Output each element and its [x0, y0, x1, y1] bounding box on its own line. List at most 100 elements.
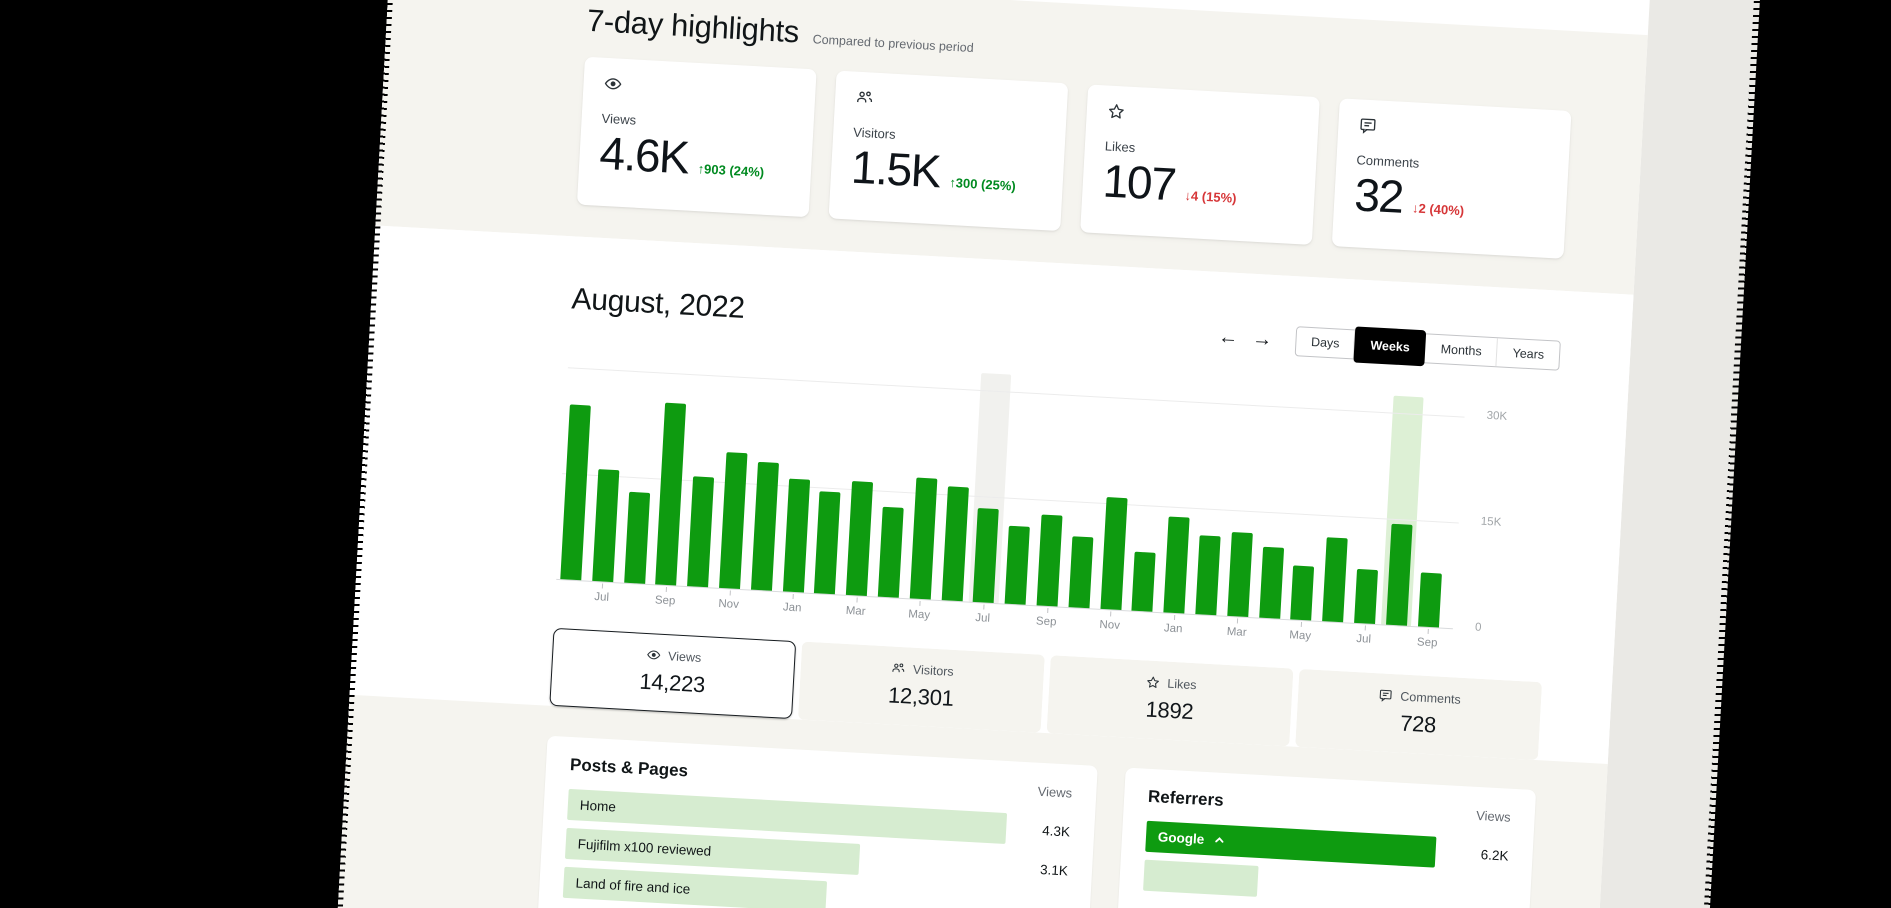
stats-dashboard-page: 7-day highlights Compared to previous pe…: [307, 0, 1653, 908]
posts-pages-views-header: Views: [1037, 784, 1072, 801]
chart-x-label: Mar: [1214, 625, 1259, 639]
highlight-card-value-row: 107↓4 (15%): [1102, 157, 1296, 213]
chart-bar[interactable]: [687, 476, 714, 587]
period-tab-years[interactable]: Years: [1496, 338, 1560, 369]
chart-x-label: Jan: [770, 601, 815, 615]
chart-x-tick: [729, 590, 730, 595]
chart-x-tick: [983, 604, 984, 609]
chart-x-tick: [856, 597, 857, 602]
chart-x-label: Nov: [1087, 618, 1132, 632]
chart-y-label: 30K: [1486, 410, 1507, 423]
chart-x-label: Nov: [706, 597, 751, 611]
highlight-card-views: Views4.6K↑903 (24%): [577, 57, 817, 218]
chart-x-label: May: [1278, 629, 1323, 643]
summary-tab-visitors[interactable]: Visitors12,301: [798, 642, 1045, 733]
referrer-row-bar-track: Google: [1145, 821, 1445, 868]
chart-x-tick: [666, 587, 667, 592]
chart-x-label: Jan: [1151, 622, 1196, 636]
chart-bar[interactable]: [656, 403, 687, 586]
chart-controls: ← → DaysWeeksMonthsYears: [1210, 322, 1561, 371]
chart-bar[interactable]: [1068, 536, 1093, 608]
summary-tab-views[interactable]: Views14,223: [549, 628, 796, 719]
post-row-views-value: 3.1K: [1012, 860, 1069, 878]
summary-tab-label: Visitors: [913, 662, 954, 678]
chart-bar[interactable]: [1005, 526, 1030, 605]
posts-pages-card: Posts & Pages Views Home4.3KFujifilm x10…: [537, 736, 1097, 908]
chart-bar[interactable]: [846, 481, 873, 596]
traffic-chart-section: August, 2022 ← → DaysWeeksMonthsYears Ju…: [350, 225, 1634, 764]
chart-x-label: Jul: [579, 590, 624, 604]
chart-bar[interactable]: [1291, 565, 1315, 620]
chart-x-label: Jul: [1341, 632, 1386, 646]
users-icon: [891, 660, 907, 676]
referrers-title: Referrers: [1148, 787, 1225, 811]
chart-x-tick: [1047, 608, 1048, 613]
chart-gridline: [556, 579, 1453, 629]
highlight-card-likes: Likes107↓4 (15%): [1080, 84, 1320, 245]
chart-bar[interactable]: [624, 492, 650, 584]
referrer-row-bar: [1143, 860, 1258, 897]
chart-bar[interactable]: [719, 452, 747, 589]
referrer-row-bar-track: [1143, 860, 1443, 907]
chart-bar[interactable]: [783, 479, 810, 593]
eye-icon: [603, 74, 623, 94]
summary-tab-comments[interactable]: Comments728: [1295, 669, 1542, 760]
referrer-row-label: Google: [1157, 829, 1204, 847]
summary-tab-value: 728: [1297, 705, 1539, 744]
chart-bar[interactable]: [1227, 532, 1253, 617]
highlight-card-delta: ↑300 (25%): [949, 175, 1016, 194]
chart-plot-area: JulSepNovJanMarMayJulSepNovJanMarMayJulS…: [556, 350, 1465, 629]
star-icon: [1106, 101, 1126, 121]
previous-period-arrow-button[interactable]: ←: [1211, 327, 1246, 349]
chart-x-tick: [1428, 629, 1429, 634]
chart-x-tick: [1301, 622, 1302, 627]
chart-bar[interactable]: [910, 478, 938, 600]
chart-x-label: Sep: [1405, 636, 1450, 650]
chart-bar[interactable]: [1259, 547, 1284, 619]
chart-x-tick: [1110, 611, 1111, 616]
chart-bar[interactable]: [1354, 569, 1378, 624]
chart-bar[interactable]: [751, 462, 779, 591]
chart-bar[interactable]: [1418, 572, 1442, 627]
highlights-title: 7-day highlights: [586, 3, 800, 51]
period-tab-months[interactable]: Months: [1424, 334, 1497, 366]
chart-bar[interactable]: [1195, 535, 1220, 615]
chevron-up-icon[interactable]: [1214, 834, 1226, 846]
referrer-row-bar: Google: [1145, 821, 1436, 868]
chart-bar[interactable]: [560, 404, 591, 580]
highlight-card-value-row: 32↓2 (40%): [1353, 171, 1547, 227]
chart-x-tick: [1174, 615, 1175, 620]
highlight-card-value: 1.5K: [850, 144, 941, 195]
chart-bar[interactable]: [1132, 552, 1156, 612]
chart-bar[interactable]: [1037, 515, 1063, 607]
summary-tab-label: Views: [668, 649, 702, 665]
highlight-card-value-row: 4.6K↑903 (24%): [599, 130, 793, 186]
chart-bar[interactable]: [941, 486, 968, 601]
chart-bar[interactable]: [814, 491, 841, 594]
chart-y-label: 15K: [1481, 516, 1502, 529]
referrers-rows: Google6.2K: [1143, 821, 1509, 908]
chart-bar[interactable]: [878, 507, 904, 598]
summary-tab-likes[interactable]: Likes1892: [1047, 655, 1294, 746]
posts-pages-title: Posts & Pages: [570, 755, 689, 781]
period-tab-weeks[interactable]: Weeks: [1352, 326, 1426, 366]
summary-tab-label: Comments: [1400, 689, 1461, 706]
views-bar-chart: JulSepNovJanMarMayJulSepNovJanMarMayJulS…: [556, 350, 1557, 634]
period-tab-days[interactable]: Days: [1295, 327, 1355, 358]
chart-x-label: May: [897, 608, 942, 622]
chart-x-tick: [602, 583, 603, 588]
next-period-arrow-button[interactable]: →: [1245, 328, 1280, 350]
screenshot-scene: 7-day highlights Compared to previous pe…: [0, 0, 1891, 908]
chart-bar[interactable]: [592, 469, 619, 582]
highlight-cards-row: Views4.6K↑903 (24%)Visitors1.5K↑300 (25%…: [577, 57, 1574, 259]
highlight-card-delta: ↓2 (40%): [1412, 200, 1465, 218]
period-title: August, 2022: [571, 282, 746, 325]
posts-pages-rows: Home4.3KFujifilm x100 reviewed3.1KLand o…: [563, 789, 1071, 908]
summary-tab-value: 14,223: [551, 664, 793, 703]
chart-bar[interactable]: [1322, 537, 1348, 622]
period-granularity-control: DaysWeeksMonthsYears: [1294, 326, 1561, 371]
comment-icon: [1378, 687, 1394, 703]
highlight-card-value: 107: [1102, 157, 1177, 207]
chart-bar[interactable]: [1100, 497, 1127, 610]
chart-bar[interactable]: [1164, 516, 1190, 613]
